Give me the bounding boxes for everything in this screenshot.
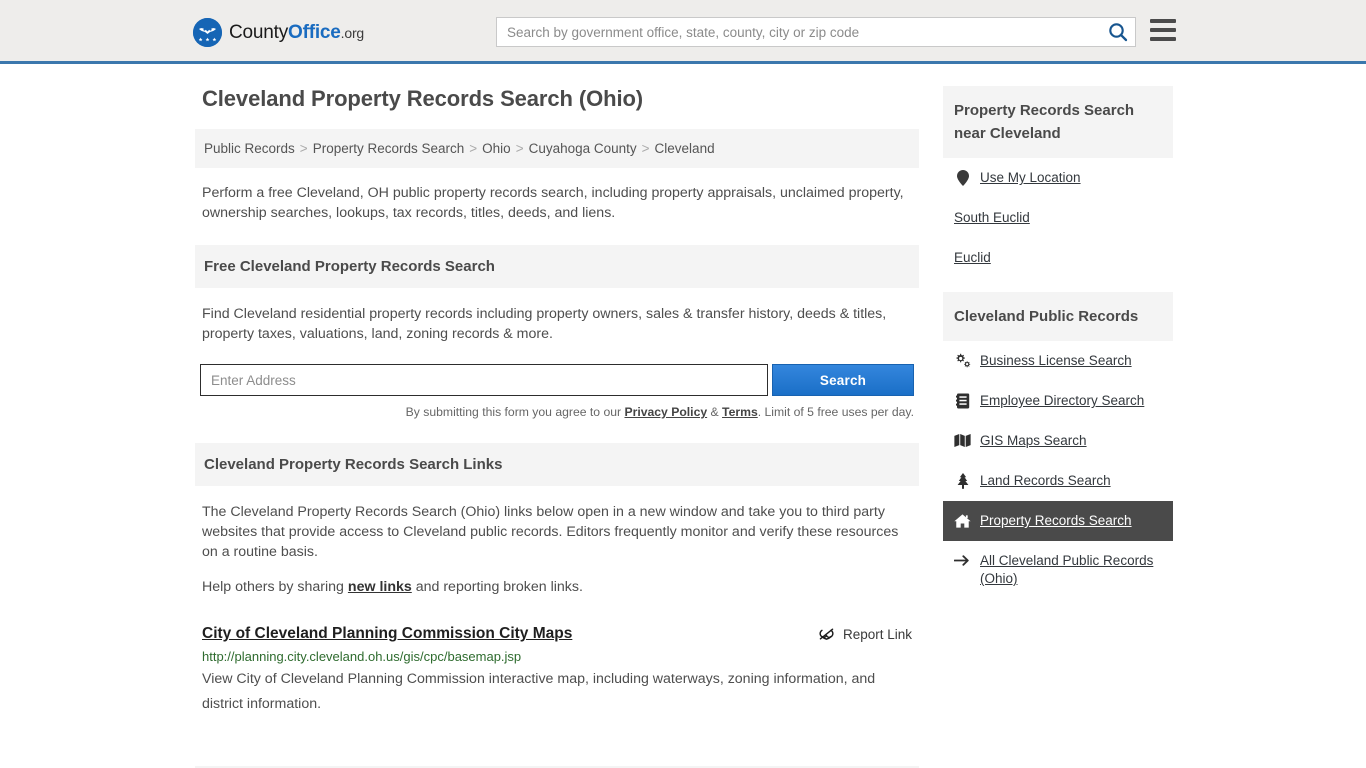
address-book-icon bbox=[954, 392, 971, 409]
sidebar-item-euclid[interactable]: Euclid bbox=[943, 238, 1173, 278]
logo-text-office: Office bbox=[288, 22, 341, 43]
report-link-button[interactable]: Report Link bbox=[818, 625, 912, 643]
hamburger-bar bbox=[1150, 37, 1176, 41]
sidebar-item-use-my-location[interactable]: Use My Location bbox=[943, 158, 1173, 198]
sidebar-link-employee-directory-search[interactable]: Employee Directory Search bbox=[980, 392, 1144, 410]
breadcrumb: Public Records > Property Records Search > O… bbox=[195, 129, 919, 168]
site-header: CountyOffice.org bbox=[0, 0, 1366, 64]
sidebar-near-block: Property Records Search near Cleveland U… bbox=[943, 86, 1173, 278]
search-link-entry: City of Cleveland Planning Commission Ci… bbox=[195, 625, 919, 717]
map-pin-icon bbox=[954, 169, 971, 186]
breadcrumb-item-ohio[interactable]: Ohio bbox=[482, 141, 511, 156]
sidebar-link-property-records-search[interactable]: Property Records Search bbox=[980, 512, 1132, 530]
help-text-post: and reporting broken links. bbox=[411, 579, 583, 595]
hamburger-menu-icon[interactable] bbox=[1150, 19, 1176, 41]
sidebar-link-business-license-search[interactable]: Business License Search bbox=[980, 352, 1132, 370]
page-title: Cleveland Property Records Search (Ohio) bbox=[202, 86, 644, 111]
site-logo[interactable]: CountyOffice.org bbox=[193, 18, 364, 47]
search-submit-button[interactable]: Search bbox=[772, 364, 914, 396]
search-links-heading: Cleveland Property Records Search Links bbox=[195, 443, 919, 486]
page-body: Cleveland Property Records Search (Ohio)… bbox=[0, 64, 1366, 768]
cogs-icon bbox=[954, 352, 971, 369]
search-links-paragraph: The Cleveland Property Records Search (O… bbox=[202, 504, 899, 560]
breadcrumb-item-cuyahoga-county[interactable]: Cuyahoga County bbox=[529, 141, 637, 156]
sidebar-public-records-list: Business License Search Employee Directo… bbox=[943, 341, 1173, 599]
sidebar-item-employee-directory-search[interactable]: Employee Directory Search bbox=[943, 381, 1173, 421]
logo-text-dotorg: .org bbox=[340, 25, 365, 41]
map-icon bbox=[954, 432, 971, 449]
breadcrumb-separator: > bbox=[641, 141, 650, 156]
sidebar: Property Records Search near Cleveland U… bbox=[943, 86, 1173, 768]
new-links-link[interactable]: new links bbox=[348, 579, 412, 595]
arrow-right-icon bbox=[954, 552, 971, 569]
link-entry-header: City of Cleveland Planning Commission Ci… bbox=[202, 625, 912, 643]
tree-icon bbox=[954, 472, 971, 489]
disclaimer-amp: & bbox=[707, 405, 723, 419]
sidebar-near-list: Use My Location South Euclid Euclid bbox=[943, 158, 1173, 278]
eagle-seal-icon bbox=[193, 18, 222, 47]
help-others-paragraph: Help others by sharing new links and rep… bbox=[195, 577, 919, 597]
disclaimer-text-pre: By submitting this form you agree to our bbox=[405, 405, 625, 419]
sidebar-link-use-my-location[interactable]: Use My Location bbox=[980, 169, 1081, 187]
search-icon[interactable] bbox=[1101, 18, 1135, 46]
sidebar-public-records-heading: Cleveland Public Records bbox=[943, 292, 1173, 341]
sidebar-item-all-cleveland-public-records[interactable]: All Cleveland Public Records (Ohio) bbox=[943, 541, 1173, 599]
home-icon bbox=[954, 512, 971, 529]
hamburger-bar bbox=[1150, 28, 1176, 32]
breadcrumb-item-public-records[interactable]: Public Records bbox=[204, 141, 295, 156]
sidebar-link-euclid[interactable]: Euclid bbox=[954, 249, 991, 267]
sidebar-link-south-euclid[interactable]: South Euclid bbox=[954, 209, 1030, 227]
global-search-box[interactable] bbox=[496, 17, 1136, 47]
terms-link[interactable]: Terms bbox=[722, 405, 758, 419]
intro-paragraph: Perform a free Cleveland, OH public prop… bbox=[202, 185, 904, 221]
sidebar-item-property-records-search[interactable]: Property Records Search bbox=[943, 501, 1173, 541]
free-search-heading: Free Cleveland Property Records Search bbox=[195, 245, 919, 288]
search-input[interactable] bbox=[497, 18, 1101, 46]
sidebar-link-land-records-search[interactable]: Land Records Search bbox=[980, 472, 1111, 490]
sidebar-item-land-records-search[interactable]: Land Records Search bbox=[943, 461, 1173, 501]
external-link-url[interactable]: http://planning.city.cleveland.oh.us/gis… bbox=[202, 649, 912, 664]
sidebar-item-business-license-search[interactable]: Business License Search bbox=[943, 341, 1173, 381]
logo-text-county: County bbox=[229, 22, 289, 43]
main-column: Cleveland Property Records Search (Ohio)… bbox=[195, 86, 919, 768]
breadcrumb-separator: > bbox=[469, 141, 478, 156]
free-search-description: Find Cleveland residential property reco… bbox=[202, 306, 887, 342]
address-input[interactable] bbox=[200, 364, 768, 396]
external-link-title[interactable]: City of Cleveland Planning Commission Ci… bbox=[202, 625, 572, 643]
site-logo-text: CountyOffice.org bbox=[229, 23, 364, 42]
external-link-description: View City of Cleveland Planning Commissi… bbox=[202, 671, 876, 712]
report-link-label: Report Link bbox=[842, 627, 912, 642]
breadcrumb-separator: > bbox=[515, 141, 524, 156]
breadcrumb-separator: > bbox=[299, 141, 308, 156]
breadcrumb-item-property-records-search[interactable]: Property Records Search bbox=[313, 141, 465, 156]
broken-link-icon bbox=[818, 626, 835, 643]
sidebar-near-heading: Property Records Search near Cleveland bbox=[943, 86, 1173, 158]
sidebar-link-gis-maps-search[interactable]: GIS Maps Search bbox=[980, 432, 1087, 450]
form-disclaimer: By submitting this form you agree to our… bbox=[195, 405, 914, 419]
disclaimer-text-post: . Limit of 5 free uses per day. bbox=[757, 405, 914, 419]
sidebar-item-south-euclid[interactable]: South Euclid bbox=[943, 198, 1173, 238]
sidebar-link-all-cleveland-public-records[interactable]: All Cleveland Public Records (Ohio) bbox=[980, 552, 1162, 588]
hamburger-bar bbox=[1150, 19, 1176, 23]
sidebar-public-records-block: Cleveland Public Records Business Licens… bbox=[943, 292, 1173, 599]
address-search-form: Search bbox=[200, 364, 914, 396]
breadcrumb-item-cleveland[interactable]: Cleveland bbox=[655, 141, 715, 156]
privacy-policy-link[interactable]: Privacy Policy bbox=[624, 405, 707, 419]
help-text-pre: Help others by sharing bbox=[202, 579, 348, 595]
sidebar-item-gis-maps-search[interactable]: GIS Maps Search bbox=[943, 421, 1173, 461]
